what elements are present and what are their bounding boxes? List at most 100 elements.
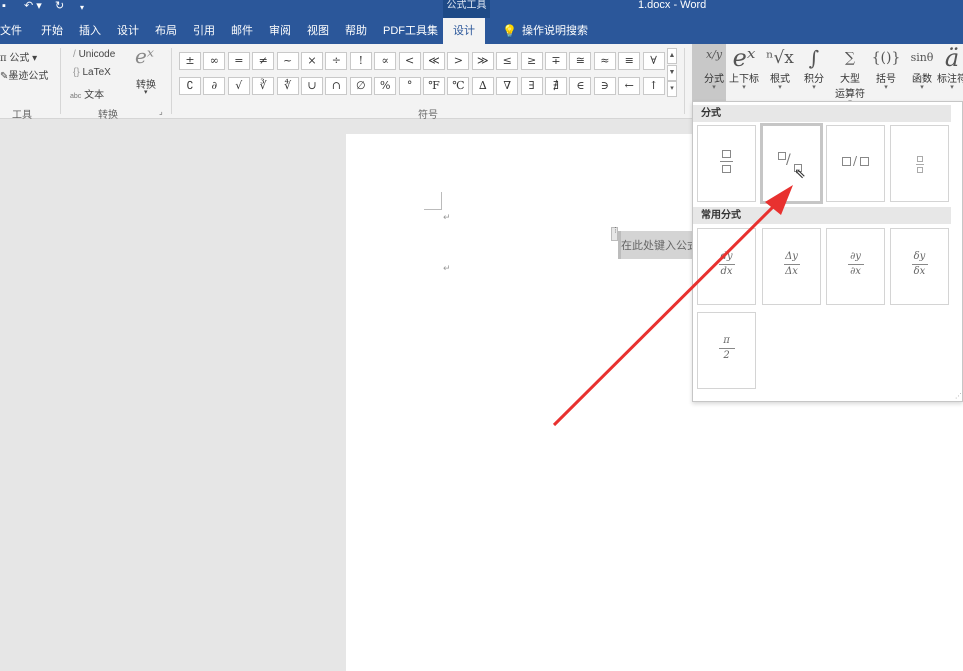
symbol-button[interactable]: ≅ bbox=[569, 52, 592, 70]
margin-corner-mark bbox=[424, 192, 442, 210]
symbol-button[interactable]: ∋ bbox=[593, 77, 616, 95]
chevron-down-icon[interactable]: ▾ bbox=[144, 88, 148, 96]
symbol-button[interactable]: ↑ bbox=[642, 77, 665, 95]
symbol-button[interactable]: ! bbox=[349, 52, 372, 70]
symbol-button[interactable]: ℃ bbox=[447, 77, 470, 95]
tab-view[interactable]: 视图 bbox=[307, 18, 329, 44]
symbol-button[interactable]: > bbox=[447, 52, 470, 70]
tile-common-fraction[interactable]: dy dx bbox=[697, 228, 756, 305]
ink-equation-button[interactable]: ✎墨迹公式 bbox=[0, 67, 48, 82]
symbol-button[interactable]: ∄ bbox=[545, 77, 567, 95]
equation-handle-icon[interactable]: ⋮ bbox=[611, 227, 619, 241]
symbol-button[interactable]: ∛ bbox=[252, 77, 275, 95]
symbol-button[interactable]: ÷ bbox=[325, 52, 348, 70]
tab-home[interactable]: 开始 bbox=[41, 18, 63, 44]
symbol-button[interactable]: ∞ bbox=[203, 52, 226, 70]
symbol-button[interactable]: ← bbox=[618, 77, 641, 95]
resize-grip-icon[interactable]: ⋰ bbox=[955, 392, 962, 400]
structure-button-2[interactable]: ⁿ√x 根式 ▾ bbox=[763, 46, 797, 91]
fraction-numerator: dy bbox=[720, 251, 733, 262]
symbol-button[interactable]: × bbox=[301, 52, 323, 70]
symbol-button[interactable]: ∆ bbox=[471, 77, 494, 95]
symbol-button[interactable]: ∝ bbox=[374, 52, 397, 70]
numerator-box-icon bbox=[722, 150, 731, 158]
equation-button[interactable]: π 公式 ▾ bbox=[0, 49, 37, 64]
symbol-button[interactable]: ≠ bbox=[252, 52, 275, 70]
fraction-numerator: π bbox=[723, 335, 730, 346]
fraction-bar bbox=[718, 348, 735, 349]
symbol-button[interactable]: ℉ bbox=[423, 77, 445, 95]
chevron-down-icon: ▾ bbox=[712, 84, 716, 91]
structure-button-0[interactable]: x/y 分式 ▾ bbox=[697, 46, 731, 91]
symbol-button[interactable]: = bbox=[227, 52, 250, 70]
symbol-button[interactable]: ≥ bbox=[520, 52, 543, 70]
symbol-button[interactable]: ∀ bbox=[642, 52, 665, 70]
symbol-button[interactable]: ° bbox=[398, 77, 421, 95]
symbol-button[interactable]: < bbox=[398, 52, 421, 70]
undo-icon[interactable]: ↶ ▾ bbox=[24, 0, 42, 12]
symbol-button[interactable]: ∪ bbox=[301, 77, 323, 95]
symbol-button[interactable]: ∁ bbox=[179, 77, 201, 95]
symbol-button[interactable]: ∜ bbox=[276, 77, 299, 95]
structure-button-6[interactable]: sinθ 函数 ▾ bbox=[905, 46, 939, 91]
symbol-button[interactable]: ∓ bbox=[545, 52, 567, 70]
tile-small-fraction[interactable] bbox=[890, 125, 949, 202]
unicode-option[interactable]: / Unicode bbox=[73, 49, 115, 60]
symbol-button[interactable]: ∅ bbox=[349, 77, 372, 95]
redo-icon[interactable]: ↻ bbox=[55, 0, 64, 12]
dialog-launcher-icon[interactable]: ⌟ bbox=[159, 107, 163, 116]
symbol-button[interactable]: √ bbox=[227, 77, 250, 95]
symbol-button[interactable]: ≡ bbox=[618, 52, 641, 70]
symbol-button[interactable]: ∈ bbox=[569, 77, 592, 95]
symbol-button[interactable]: ≈ bbox=[593, 52, 616, 70]
tab-design[interactable]: 设计 bbox=[117, 18, 139, 44]
tab-pdf-tools[interactable]: PDF工具集 bbox=[383, 18, 438, 44]
symbol-button[interactable]: ∂ bbox=[203, 77, 226, 95]
tab-references[interactable]: 引用 bbox=[193, 18, 215, 44]
equation-placeholder-text[interactable]: 在此处键入公式 bbox=[621, 237, 698, 253]
tab-insert[interactable]: 插入 bbox=[79, 18, 101, 44]
scroll-up-icon[interactable]: ▲ bbox=[667, 48, 677, 64]
customize-qat-icon[interactable]: ▾ bbox=[80, 2, 84, 14]
fraction-bar bbox=[718, 264, 735, 265]
tile-common-fraction[interactable]: ∂y ∂x bbox=[826, 228, 885, 305]
more-symbols-icon[interactable]: ▾ bbox=[667, 81, 677, 97]
tab-equation-design[interactable]: 设计 bbox=[443, 18, 485, 44]
symbol-button[interactable]: ∩ bbox=[325, 77, 348, 95]
symbol-button[interactable]: ≤ bbox=[496, 52, 519, 70]
tile-skewed-fraction[interactable]: / ⇖ bbox=[760, 123, 823, 204]
slash-icon: / bbox=[853, 154, 858, 168]
tab-file[interactable]: 文件 bbox=[0, 18, 22, 44]
symbol-button[interactable]: ~ bbox=[276, 52, 299, 70]
structure-button-4[interactable]: ∑大型运算符▾ bbox=[833, 46, 867, 106]
tell-me-search[interactable]: 操作说明搜索 bbox=[522, 18, 588, 44]
tile-stacked-fraction[interactable] bbox=[697, 125, 756, 202]
structure-button-7[interactable]: ä 标注符 ▾ bbox=[937, 46, 963, 91]
fraction-numerator: ∂y bbox=[850, 251, 861, 262]
symbol-button[interactable]: ± bbox=[179, 52, 201, 70]
tile-common-fraction[interactable]: δy δx bbox=[890, 228, 949, 305]
scroll-down-icon[interactable]: ▼ bbox=[667, 65, 677, 81]
tile-common-fraction[interactable]: π2 bbox=[697, 312, 756, 389]
tab-review[interactable]: 审阅 bbox=[269, 18, 291, 44]
structure-button-1[interactable]: eˣ 上下标 ▾ bbox=[727, 46, 761, 91]
structure-button-3[interactable]: ∫ 积分 ▾ bbox=[797, 46, 831, 91]
tab-layout[interactable]: 布局 bbox=[155, 18, 177, 44]
fraction-bar bbox=[783, 264, 800, 265]
fraction-denominator: ∂x bbox=[850, 266, 861, 277]
symbol-button[interactable]: ∃ bbox=[520, 77, 543, 95]
symbol-button[interactable]: % bbox=[374, 77, 397, 95]
tab-mailings[interactable]: 邮件 bbox=[231, 18, 253, 44]
text-option[interactable]: abc 文本 bbox=[70, 86, 104, 101]
structure-button-5[interactable]: {()} 括号 ▾ bbox=[869, 46, 903, 91]
tile-linear-fraction[interactable]: / bbox=[826, 125, 885, 202]
save-icon[interactable]: ▪ bbox=[2, 0, 6, 12]
tab-help[interactable]: 帮助 bbox=[345, 18, 367, 44]
numerator-box-icon bbox=[917, 156, 923, 162]
latex-option[interactable]: {} LaTeX bbox=[73, 67, 111, 78]
symbol-button[interactable]: ∇ bbox=[496, 77, 519, 95]
tile-common-fraction[interactable]: Δy Δx bbox=[762, 228, 821, 305]
symbol-button[interactable]: ≪ bbox=[423, 52, 445, 70]
structure-icon-3: ∫ bbox=[808, 46, 820, 70]
symbol-button[interactable]: ≫ bbox=[471, 52, 494, 70]
